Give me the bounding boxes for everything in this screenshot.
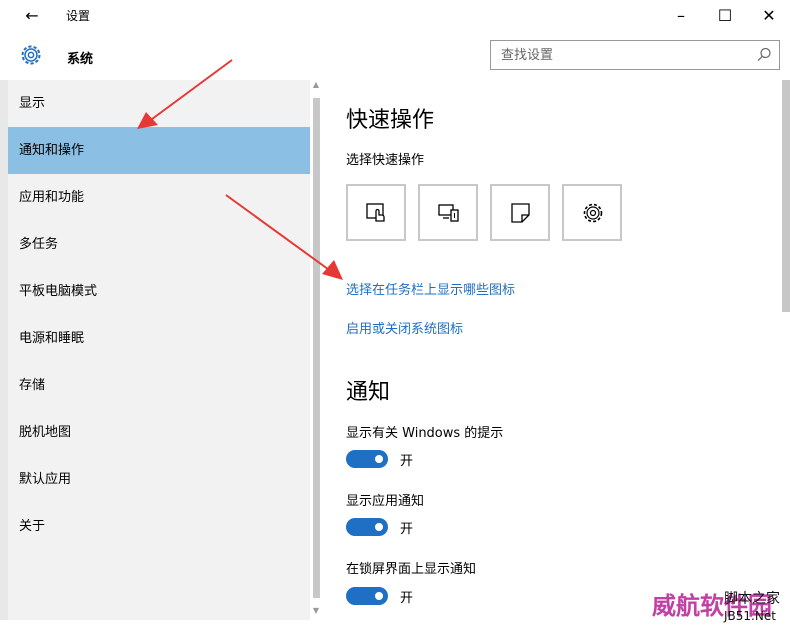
- toggle-state-lock-screen: 开: [400, 591, 414, 606]
- back-button[interactable]: ←: [20, 4, 44, 28]
- sidebar-item-storage[interactable]: 存储: [8, 362, 310, 409]
- quick-actions-subtitle: 选择快速操作: [346, 153, 425, 168]
- sidebar-item-apps-features[interactable]: 应用和功能: [8, 174, 310, 221]
- page-title: 系统: [67, 52, 94, 67]
- scroll-down-icon[interactable]: ▼: [310, 606, 322, 615]
- close-button[interactable]: ✕: [746, 4, 792, 28]
- system-icons-link[interactable]: 启用或关闭系统图标: [346, 318, 463, 337]
- title-bar: ← 设置 – ☐ ✕: [0, 0, 800, 32]
- sidebar: 显示 通知和操作 应用和功能 多任务 平板电脑模式 电源和睡眠 存储 脱机地图 …: [8, 80, 310, 620]
- gear-icon: [18, 42, 44, 68]
- search-input[interactable]: [491, 41, 761, 69]
- content-scrollbar-thumb[interactable]: [782, 80, 790, 312]
- sidebar-item-default-apps[interactable]: 默认应用: [8, 456, 310, 503]
- search-box[interactable]: [490, 40, 780, 70]
- toggle-label-app-notifications: 显示应用通知: [346, 494, 425, 509]
- toggle-label-lock-screen: 在锁屏界面上显示通知: [346, 562, 477, 577]
- sidebar-item-notifications-actions[interactable]: 通知和操作: [8, 127, 310, 174]
- sidebar-item-offline-maps[interactable]: 脱机地图: [8, 409, 310, 456]
- sidebar-item-multitasking[interactable]: 多任务: [8, 221, 310, 268]
- quick-actions-heading: 快速操作: [346, 108, 435, 133]
- window-edge: [0, 80, 8, 620]
- quick-action-tile-1[interactable]: [346, 184, 406, 241]
- notifications-heading: 通知: [346, 380, 391, 405]
- content-scrollbar[interactable]: [780, 80, 792, 620]
- sidebar-item-display[interactable]: 显示: [8, 80, 310, 127]
- watermark-domain: JB51.Net: [724, 609, 776, 623]
- sidebar-scrollbar[interactable]: ▲ ▼: [310, 80, 322, 620]
- quick-action-tile-4[interactable]: [562, 184, 622, 241]
- settings-window: ← 设置 – ☐ ✕ 系统 显示 通知和操作 应用和功能: [0, 0, 800, 628]
- scroll-up-icon[interactable]: ▲: [310, 80, 322, 89]
- watermark-site: 脚本之家: [724, 591, 780, 607]
- minimize-button[interactable]: –: [658, 4, 704, 28]
- lock-screen-notifications-toggle[interactable]: [346, 587, 388, 605]
- sidebar-item-power-sleep[interactable]: 电源和睡眠: [8, 315, 310, 362]
- page-header: 系统: [0, 32, 800, 80]
- scrollbar-thumb[interactable]: [313, 98, 320, 598]
- maximize-button[interactable]: ☐: [702, 4, 748, 28]
- app-notifications-toggle[interactable]: [346, 518, 388, 536]
- taskbar-icons-link[interactable]: 选择在任务栏上显示哪些图标: [346, 279, 515, 298]
- search-icon[interactable]: [755, 46, 773, 64]
- window-title: 设置: [66, 9, 91, 23]
- toggle-label-windows-tips: 显示有关 Windows 的提示: [346, 426, 504, 441]
- windows-tips-toggle[interactable]: [346, 450, 388, 468]
- sidebar-item-about[interactable]: 关于: [8, 503, 310, 550]
- quick-action-tile-2[interactable]: [418, 184, 478, 241]
- content-pane: 快速操作 选择快速操作 选择在任务栏上显示哪些图标 启用或关闭系统图标 通知 显…: [322, 80, 780, 620]
- quick-action-tile-3[interactable]: [490, 184, 550, 241]
- sidebar-item-tablet-mode[interactable]: 平板电脑模式: [8, 268, 310, 315]
- toggle-state-windows-tips: 开: [400, 454, 414, 469]
- toggle-state-app-notifications: 开: [400, 522, 414, 537]
